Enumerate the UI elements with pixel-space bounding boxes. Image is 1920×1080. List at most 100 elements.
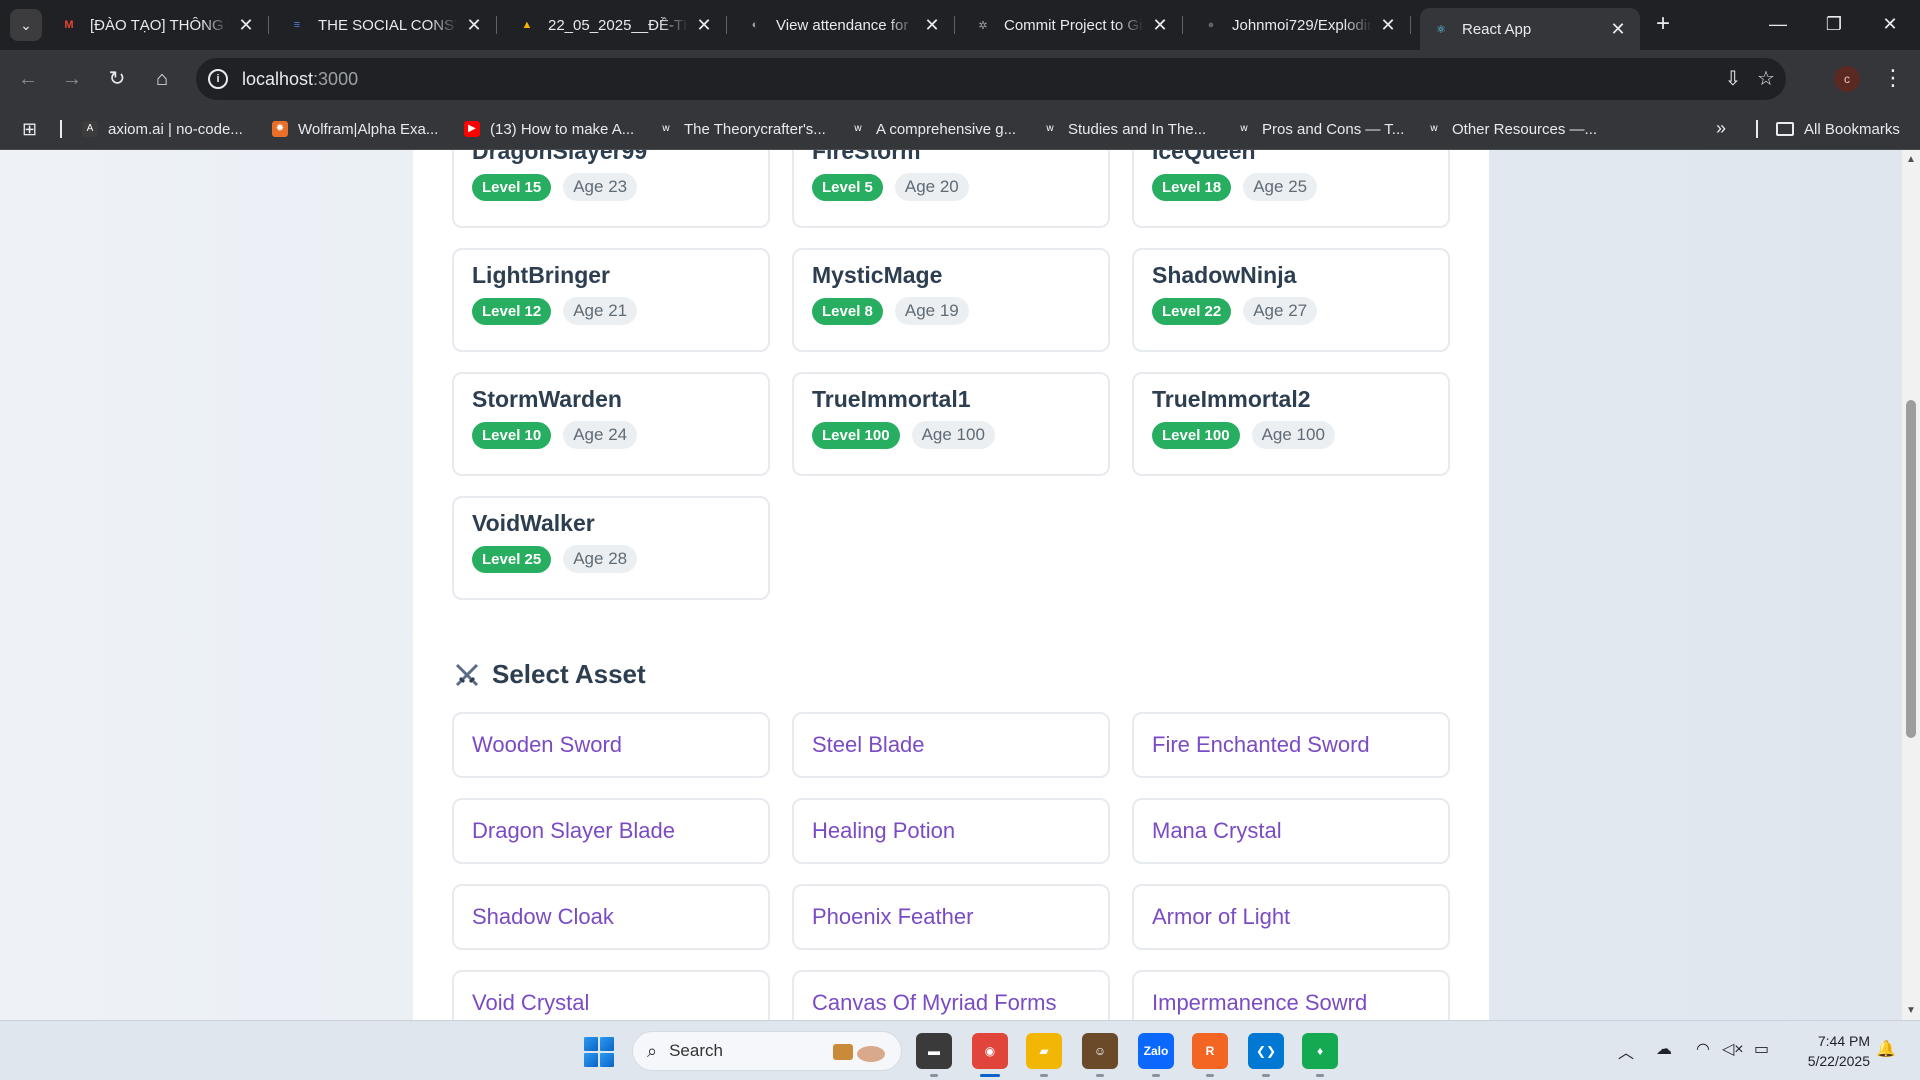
section-title-text: Select Asset — [492, 659, 646, 689]
close-window-button[interactable]: ✕ — [1862, 6, 1918, 42]
tab-separator — [726, 16, 727, 34]
site-info-icon[interactable]: i — [208, 69, 228, 89]
file-explorer-icon[interactable]: ▰ — [1026, 1033, 1062, 1077]
onedrive-icon[interactable]: ☁ — [1656, 1039, 1672, 1059]
browser-tab[interactable]: ● Johnmoi729/Exploding ✕ — [1190, 8, 1411, 42]
system-clock[interactable]: 7:44 PM 5/22/2025 — [1790, 1031, 1870, 1071]
bookmark-favicon-icon: A — [82, 121, 98, 137]
bookmark-item[interactable]: Aaxiom.ai | no-code... — [82, 118, 243, 140]
asset-option[interactable]: Wooden Sword — [452, 712, 770, 778]
player-card[interactable]: LightBringer Level 12 Age 21 — [452, 248, 770, 352]
address-url[interactable]: localhost:3000 — [242, 69, 358, 90]
browser-tab[interactable]: ⚛ React App ✕ — [1420, 8, 1640, 50]
notification-bell-icon[interactable]: 🔔 — [1876, 1039, 1896, 1059]
bookmark-item[interactable]: w Pros and Cons — T... — [1236, 118, 1404, 140]
asset-option[interactable]: Mana Crystal — [1132, 798, 1450, 864]
tab-title: 22_05_2025__ĐỀ-THI — [548, 16, 688, 34]
player-name: DragonSlayer99 — [472, 150, 648, 164]
taskbar-app-glyph: ☺ — [1093, 1044, 1107, 1058]
game-app-icon[interactable]: ☺ — [1082, 1033, 1118, 1077]
browser-tab[interactable]: M [ĐÀO TẠO] THÔNG TIN ✕ — [48, 8, 269, 42]
player-card[interactable]: VoidWalker Level 25 Age 28 — [452, 496, 770, 600]
player-card[interactable]: TrueImmortal1 Level 100 Age 100 — [792, 372, 1110, 476]
player-card[interactable]: IceQueen Level 18 Age 25 — [1132, 150, 1450, 228]
bookmark-item[interactable]: ▶ (13) How to make A... — [464, 118, 634, 140]
foxit-reader-icon[interactable]: R — [1192, 1033, 1228, 1077]
level-badge: Level 100 — [1152, 421, 1240, 449]
new-tab-button[interactable]: + — [1648, 10, 1678, 40]
bookmark-item[interactable]: w Other Resources —... — [1426, 118, 1597, 140]
install-app-icon[interactable]: ⇩ — [1720, 66, 1746, 92]
player-card[interactable]: DragonSlayer99 Level 15 Age 23 — [452, 150, 770, 228]
asset-option[interactable]: Phoenix Feather — [792, 884, 1110, 950]
asset-option[interactable]: Dragon Slayer Blade — [452, 798, 770, 864]
forward-button[interactable]: → — [56, 63, 88, 95]
asset-option[interactable]: Armor of Light — [1132, 884, 1450, 950]
bookmark-item[interactable]: ✹ Wolfram|Alpha Exa... — [272, 118, 438, 140]
scroll-down-arrow-icon[interactable]: ▼ — [1905, 1005, 1917, 1016]
minimize-button[interactable]: — — [1750, 6, 1806, 42]
apps-grid-icon[interactable]: ⊞ — [22, 119, 42, 139]
bookmark-favicon-icon: ▶ — [464, 121, 480, 137]
close-tab-icon[interactable]: ✕ — [1608, 19, 1628, 40]
asset-option[interactable]: Canvas Of Myriad Forms — [792, 970, 1110, 1020]
restore-button[interactable]: ❐ — [1806, 6, 1862, 42]
level-badge: Level 12 — [472, 297, 552, 325]
zalo-icon[interactable]: Zalo — [1138, 1033, 1174, 1077]
more-bookmarks-icon[interactable]: » — [1716, 118, 1726, 139]
close-tab-icon[interactable]: ✕ — [694, 15, 714, 36]
address-bar[interactable]: i localhost:3000 ⇩ ☆ — [196, 58, 1786, 100]
tab-title: Johnmoi729/Exploding — [1232, 16, 1372, 34]
taskbar-search-box[interactable]: ⌕ Search — [632, 1031, 902, 1071]
all-bookmarks-button[interactable]: All Bookmarks — [1776, 118, 1900, 140]
chrome-icon[interactable]: ◉ — [972, 1033, 1008, 1077]
player-card[interactable]: TrueImmortal2 Level 100 Age 100 — [1132, 372, 1450, 476]
vscode-icon[interactable]: ❮❯ — [1248, 1033, 1284, 1077]
back-button[interactable]: ← — [12, 63, 44, 95]
bookmark-star-icon[interactable]: ☆ — [1753, 66, 1779, 92]
wifi-icon[interactable]: ◠ — [1696, 1039, 1710, 1059]
volume-muted-icon[interactable]: ◁× — [1722, 1039, 1744, 1059]
folder-icon — [1776, 122, 1794, 136]
windows-start-button[interactable] — [584, 1037, 614, 1067]
close-tab-icon[interactable]: ✕ — [1378, 15, 1398, 36]
browser-tab[interactable]: ✲ Commit Project to Git ✕ — [962, 8, 1183, 42]
mongodb-compass-icon[interactable]: ♦ — [1302, 1033, 1338, 1077]
profile-avatar[interactable]: c — [1834, 66, 1860, 92]
bookmark-favicon-icon: w — [850, 121, 866, 137]
show-hidden-icons-icon[interactable]: ︿ — [1618, 1039, 1634, 1063]
browser-tab[interactable]: ▲ 22_05_2025__ĐỀ-THI ✕ — [506, 8, 727, 42]
asset-option[interactable]: Void Crystal — [452, 970, 770, 1020]
close-tab-icon[interactable]: ✕ — [922, 15, 942, 36]
close-tab-icon[interactable]: ✕ — [1150, 15, 1170, 36]
age-badge: Age 100 — [1251, 421, 1335, 449]
tab-search-button[interactable]: ⌄ — [10, 9, 42, 41]
bookmark-item[interactable]: w Studies and In The... — [1042, 118, 1206, 140]
bookmark-item[interactable]: w A comprehensive g... — [850, 118, 1016, 140]
asset-option[interactable]: Shadow Cloak — [452, 884, 770, 950]
taskbar-app-glyph: ▰ — [1039, 1044, 1049, 1058]
player-card[interactable]: FireStorm Level 5 Age 20 — [792, 150, 1110, 228]
home-button[interactable]: ⌂ — [146, 63, 178, 95]
asset-option[interactable]: Impermanence Sowrd — [1132, 970, 1450, 1020]
asset-option[interactable]: Steel Blade — [792, 712, 1110, 778]
browser-menu-icon[interactable]: ⋮ — [1882, 63, 1904, 95]
page-scrollbar[interactable]: ▲ ▼ — [1902, 150, 1920, 1020]
browser-tab[interactable]: ◐ View attendance for ✕ — [734, 8, 955, 42]
browser-tab[interactable]: ≡ THE SOCIAL CONSTRUCT ✕ — [276, 8, 497, 42]
running-indicator — [1316, 1074, 1324, 1077]
file-explorer-dark-icon[interactable]: ▬ — [916, 1033, 952, 1077]
reload-button[interactable]: ↻ — [101, 63, 133, 95]
scrollbar-thumb[interactable] — [1906, 400, 1916, 738]
close-tab-icon[interactable]: ✕ — [464, 15, 484, 36]
bookmark-favicon-icon: w — [658, 121, 674, 137]
asset-option[interactable]: Healing Potion — [792, 798, 1110, 864]
close-tab-icon[interactable]: ✕ — [236, 15, 256, 36]
asset-option[interactable]: Fire Enchanted Sword — [1132, 712, 1450, 778]
bookmark-item[interactable]: w The Theorycrafter's... — [658, 118, 826, 140]
player-card[interactable]: ShadowNinja Level 22 Age 27 — [1132, 248, 1450, 352]
scroll-up-arrow-icon[interactable]: ▲ — [1905, 154, 1917, 165]
player-card[interactable]: MysticMage Level 8 Age 19 — [792, 248, 1110, 352]
battery-icon[interactable]: ▭ — [1754, 1039, 1769, 1059]
player-card[interactable]: StormWarden Level 10 Age 24 — [452, 372, 770, 476]
